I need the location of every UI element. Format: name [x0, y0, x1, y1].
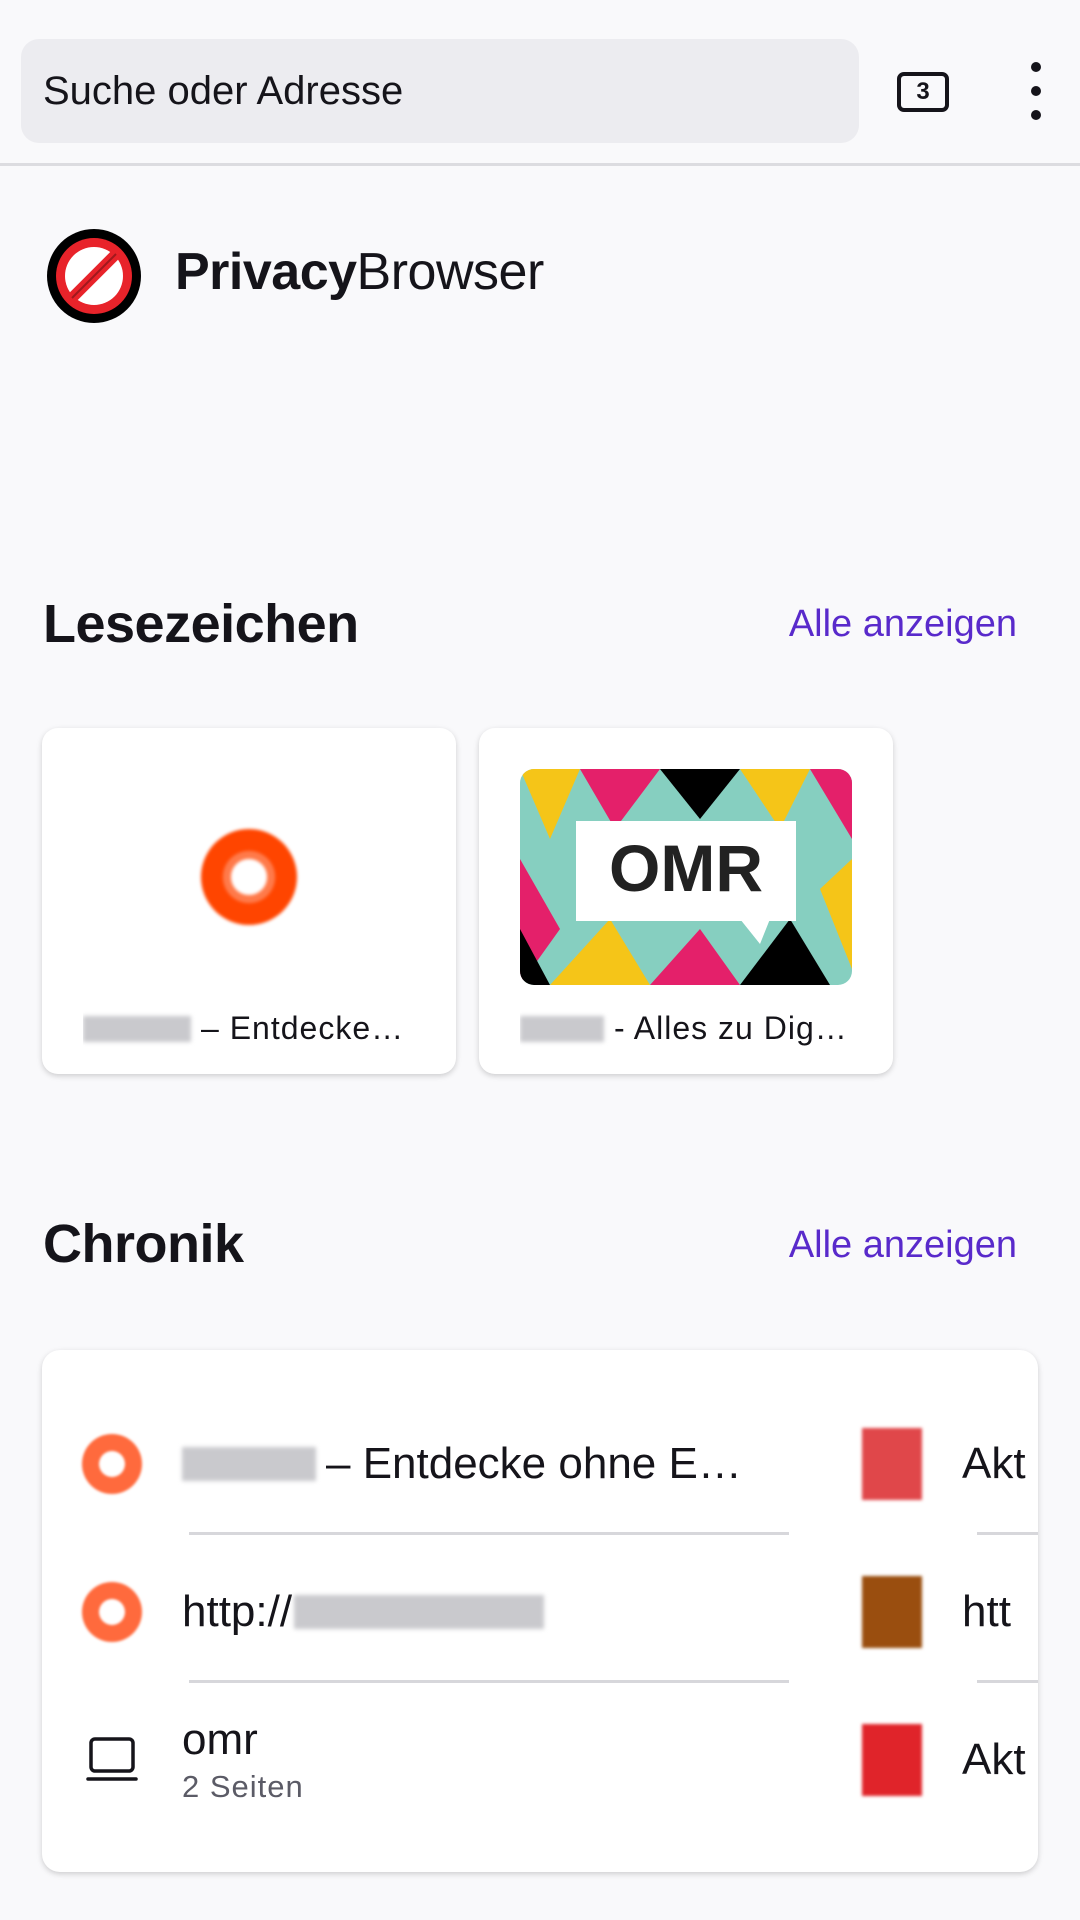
site-icon — [201, 829, 297, 925]
history-group-text: omr 2 Seiten — [182, 1715, 304, 1805]
history-item[interactable]: http:// — [82, 1538, 554, 1686]
site-icon — [82, 1434, 142, 1494]
brand-wordmark: PrivacyBrowser — [175, 242, 544, 302]
history-item-title: http:// — [182, 1587, 554, 1637]
history-item[interactable]: Akt — [862, 1686, 1026, 1834]
omr-thumb-text: OMR — [609, 831, 763, 905]
brand-name-bold: Privacy — [175, 243, 357, 301]
bookmark-card[interactable]: – Entdecke… — [42, 728, 456, 1074]
tab-counter-button[interactable]: 3 — [897, 72, 949, 112]
history-show-all-link[interactable]: Alle anzeigen — [789, 1224, 1017, 1267]
site-icon — [862, 1724, 922, 1796]
toolbar: 3 — [0, 0, 1080, 166]
menu-icon[interactable] — [1010, 62, 1062, 120]
bookmark-caption: - Alles zu Dig… — [520, 1010, 852, 1047]
history-group-title: omr — [182, 1715, 258, 1764]
tab-count: 3 — [916, 78, 930, 105]
history-group-subtitle: 2 Seiten — [182, 1769, 304, 1804]
bookmarks-title: Lesezeichen — [43, 594, 359, 654]
history-item[interactable]: htt — [862, 1538, 1011, 1686]
site-icon — [862, 1576, 922, 1648]
brand-name-regular: Browser — [356, 243, 545, 301]
bookmark-caption: – Entdecke… — [83, 1010, 415, 1047]
tab-group-icon — [82, 1730, 142, 1790]
history-item-title: Akt — [962, 1439, 1026, 1488]
divider — [189, 1680, 789, 1683]
history-item-title: htt — [962, 1587, 1011, 1636]
history-item-title: – Entdecke ohne E… — [182, 1439, 742, 1489]
history-item[interactable]: – Entdecke ohne E… — [82, 1390, 742, 1538]
site-icon — [82, 1582, 142, 1642]
divider — [977, 1680, 1038, 1683]
bookmarks-show-all-link[interactable]: Alle anzeigen — [789, 603, 1017, 646]
bookmark-thumbnail: OMR — [520, 769, 852, 985]
url-bar[interactable] — [21, 39, 859, 143]
divider — [189, 1532, 789, 1535]
search-input[interactable] — [43, 68, 823, 114]
bookmark-card[interactable]: OMR - Alles zu Dig… — [479, 728, 893, 1074]
history-item-title: Akt — [962, 1735, 1026, 1784]
history-group-item[interactable]: omr 2 Seiten — [82, 1686, 304, 1834]
divider — [977, 1532, 1038, 1535]
privacy-browser-logo — [47, 229, 141, 323]
history-item[interactable]: Akt — [862, 1390, 1026, 1538]
site-icon — [862, 1428, 922, 1500]
history-title: Chronik — [43, 1214, 244, 1274]
bookmark-thumbnail — [83, 769, 415, 985]
history-card: – Entdecke ohne E… http:// omr 2 Seiten … — [42, 1350, 1038, 1872]
